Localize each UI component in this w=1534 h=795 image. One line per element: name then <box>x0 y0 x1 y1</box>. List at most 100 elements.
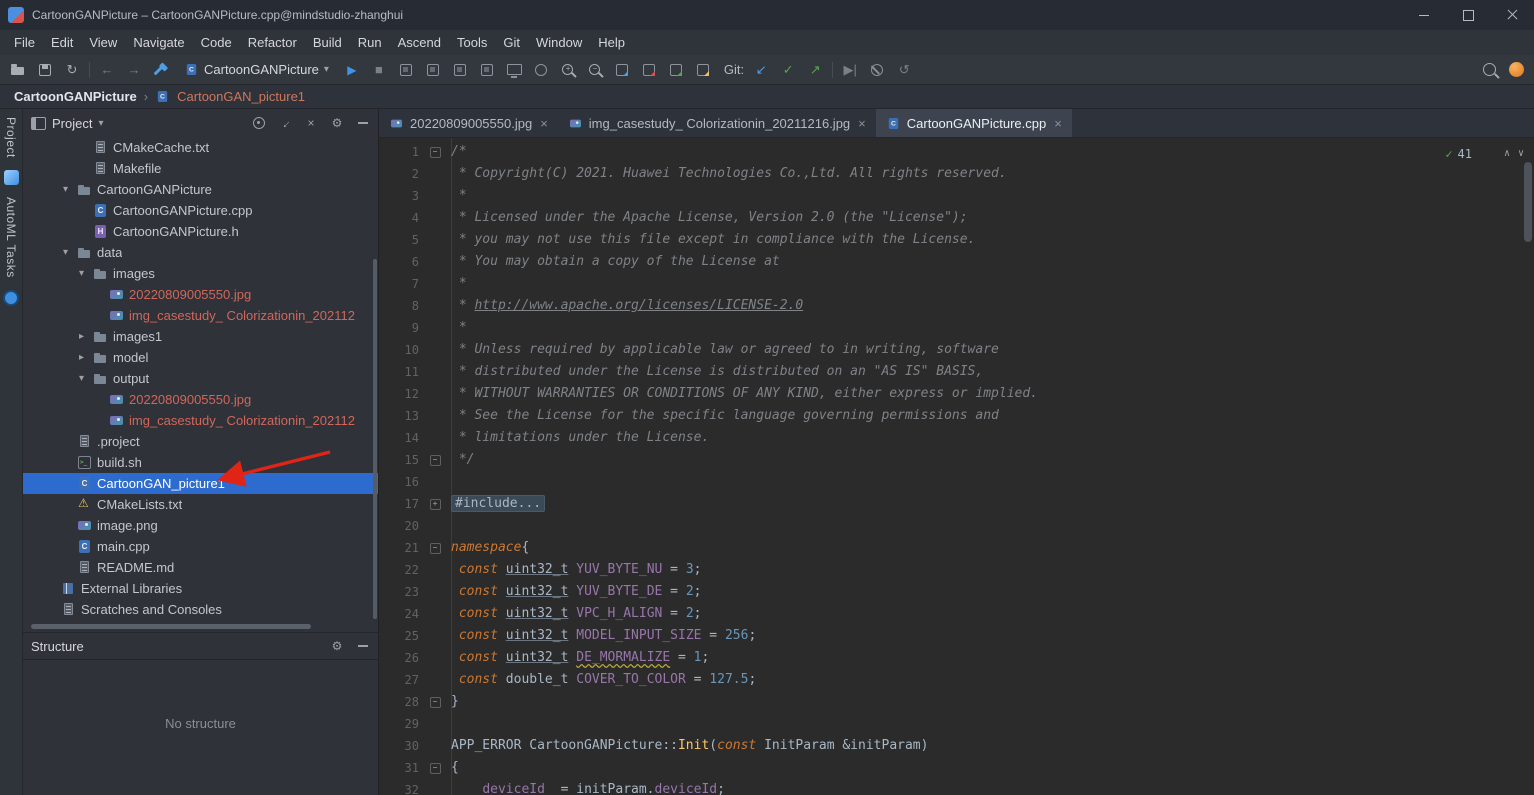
tree-item[interactable]: CMakeLists.txt <box>23 494 378 515</box>
tree-item[interactable]: image.png <box>23 515 378 536</box>
tree-item[interactable]: ▸model <box>23 347 378 368</box>
tree-item[interactable]: CartoonGANPicture.cpp <box>23 200 378 221</box>
run-icon[interactable]: ▶ <box>342 60 362 80</box>
git-rollback-icon[interactable] <box>867 60 887 80</box>
expand-all-icon[interactable]: ← <box>278 116 292 130</box>
fold-open-icon[interactable]: − <box>430 147 441 158</box>
menu-item-file[interactable]: File <box>6 33 43 52</box>
tree-item[interactable]: 20220809005550.jpg <box>23 389 378 410</box>
save-all-icon[interactable] <box>35 60 55 80</box>
git-push-icon[interactable]: ↗ <box>805 60 825 80</box>
menu-item-git[interactable]: Git <box>495 33 528 52</box>
menu-item-navigate[interactable]: Navigate <box>125 33 192 52</box>
back-icon[interactable]: ← <box>97 60 117 80</box>
prev-issue-icon[interactable]: ∧ <box>1504 143 1510 165</box>
zoom-out-icon[interactable]: − <box>585 60 605 80</box>
next-issue-icon[interactable]: ∨ <box>1518 143 1524 165</box>
stripe-project-button[interactable]: Project <box>4 117 18 158</box>
fold-closed-icon[interactable]: + <box>430 499 441 510</box>
run-config-selector[interactable]: CartoonGANPicture ▾ <box>178 60 335 79</box>
menu-item-view[interactable]: View <box>81 33 125 52</box>
chevron-down-icon[interactable]: ▾ <box>98 118 103 129</box>
tree-item[interactable]: Scratches and Consoles <box>23 599 378 620</box>
menu-item-ascend[interactable]: Ascend <box>390 33 449 52</box>
locate-file-icon[interactable] <box>252 116 266 130</box>
project-panel-title[interactable]: Project <box>52 116 92 131</box>
inspections-widget[interactable]: ✓ 41 <box>1445 143 1472 165</box>
menu-item-tools[interactable]: Tools <box>449 33 495 52</box>
menu-item-code[interactable]: Code <box>193 33 240 52</box>
search-icon[interactable] <box>1479 60 1499 80</box>
breadcrumb-project[interactable]: CartoonGANPicture <box>14 89 137 104</box>
rebuild-icon[interactable] <box>423 60 443 80</box>
package-icon[interactable] <box>477 60 497 80</box>
breadcrumb-current[interactable]: CartoonGAN_picture1 <box>177 89 305 104</box>
git-update-icon[interactable]: ↙ <box>751 60 771 80</box>
fold-end-icon[interactable]: − <box>430 697 441 708</box>
close-tab-icon[interactable]: × <box>540 116 548 131</box>
tree-item[interactable]: ▾data <box>23 242 378 263</box>
tree-horizontal-scrollbar[interactable] <box>29 622 372 631</box>
editor-tab[interactable]: CartoonGANPicture.cpp× <box>876 109 1072 137</box>
settings-gear-icon[interactable]: ⚙ <box>330 639 344 653</box>
tree-item[interactable]: CMakeCache.txt <box>23 137 378 158</box>
git-commit-icon[interactable]: ✓ <box>778 60 798 80</box>
tree-item[interactable]: Makefile <box>23 158 378 179</box>
stop-icon[interactable]: ■ <box>369 60 389 80</box>
tree-item[interactable]: img_casestudy_ Colorizationin_202112 <box>23 410 378 431</box>
tree-item[interactable]: ▾images <box>23 263 378 284</box>
tree-item[interactable]: build.sh <box>23 452 378 473</box>
chevron-expanded-icon[interactable]: ▾ <box>75 373 88 384</box>
git-undo-icon[interactable]: ↺ <box>894 60 914 80</box>
close-button[interactable] <box>1490 0 1534 30</box>
zoom-in-icon[interactable]: + <box>558 60 578 80</box>
chevron-expanded-icon[interactable]: ▾ <box>75 268 88 279</box>
fold-open-icon[interactable]: − <box>430 763 441 774</box>
tree-item[interactable]: CartoonGANPicture.h <box>23 221 378 242</box>
sync-icon[interactable]: ↻ <box>62 60 82 80</box>
notifications-icon[interactable] <box>1506 60 1526 80</box>
close-tab-icon[interactable]: × <box>858 116 866 131</box>
menu-item-window[interactable]: Window <box>528 33 590 52</box>
editor-scrollbar[interactable] <box>1524 162 1532 242</box>
editor-tab[interactable]: 20220809005550.jpg× <box>379 109 558 137</box>
record-icon[interactable] <box>531 60 551 80</box>
menu-item-help[interactable]: Help <box>590 33 633 52</box>
menu-item-edit[interactable]: Edit <box>43 33 81 52</box>
tree-item[interactable]: External Libraries <box>23 578 378 599</box>
menu-item-build[interactable]: Build <box>305 33 350 52</box>
tree-item[interactable]: ▸images1 <box>23 326 378 347</box>
build-icon[interactable] <box>396 60 416 80</box>
hide-panel-icon[interactable] <box>356 639 370 653</box>
open-project-icon[interactable] <box>8 60 28 80</box>
build-hammer-icon[interactable] <box>151 60 171 80</box>
forward-icon[interactable]: → <box>124 60 144 80</box>
fold-open-icon[interactable]: − <box>430 543 441 554</box>
editor[interactable]: 1−/*2 * Copyright(C) 2021. Huawei Techno… <box>379 138 1534 795</box>
mindx-tool-icon[interactable] <box>3 290 19 306</box>
ascend-toolbox-icon[interactable] <box>693 60 713 80</box>
ascend-model-converter-icon[interactable] <box>612 60 632 80</box>
clean-icon[interactable] <box>450 60 470 80</box>
fold-end-icon[interactable]: − <box>430 455 441 466</box>
terminal-monitor-icon[interactable] <box>504 60 524 80</box>
editor-tab[interactable]: img_casestudy_ Colorizationin_20211216.j… <box>558 109 876 137</box>
maximize-button[interactable] <box>1446 0 1490 30</box>
tree-vertical-scrollbar[interactable] <box>373 259 377 619</box>
tree-item[interactable]: ▾output <box>23 368 378 389</box>
tree-item[interactable]: 20220809005550.jpg <box>23 284 378 305</box>
minimize-button[interactable] <box>1402 0 1446 30</box>
chevron-expanded-icon[interactable]: ▾ <box>59 184 72 195</box>
tree-item[interactable]: CartoonGAN_picture1 <box>23 473 378 494</box>
collapse-all-icon[interactable]: × <box>304 116 318 130</box>
chevron-collapsed-icon[interactable]: ▸ <box>75 352 88 363</box>
structure-panel-title[interactable]: Structure <box>31 639 84 654</box>
chevron-collapsed-icon[interactable]: ▸ <box>75 331 88 342</box>
tree-item[interactable]: README.md <box>23 557 378 578</box>
menu-item-refactor[interactable]: Refactor <box>240 33 305 52</box>
tree-item[interactable]: .project <box>23 431 378 452</box>
ascend-profiler-icon[interactable] <box>639 60 659 80</box>
ascend-advisor-icon[interactable] <box>666 60 686 80</box>
close-tab-icon[interactable]: × <box>1054 116 1062 131</box>
tree-item[interactable]: main.cpp <box>23 536 378 557</box>
